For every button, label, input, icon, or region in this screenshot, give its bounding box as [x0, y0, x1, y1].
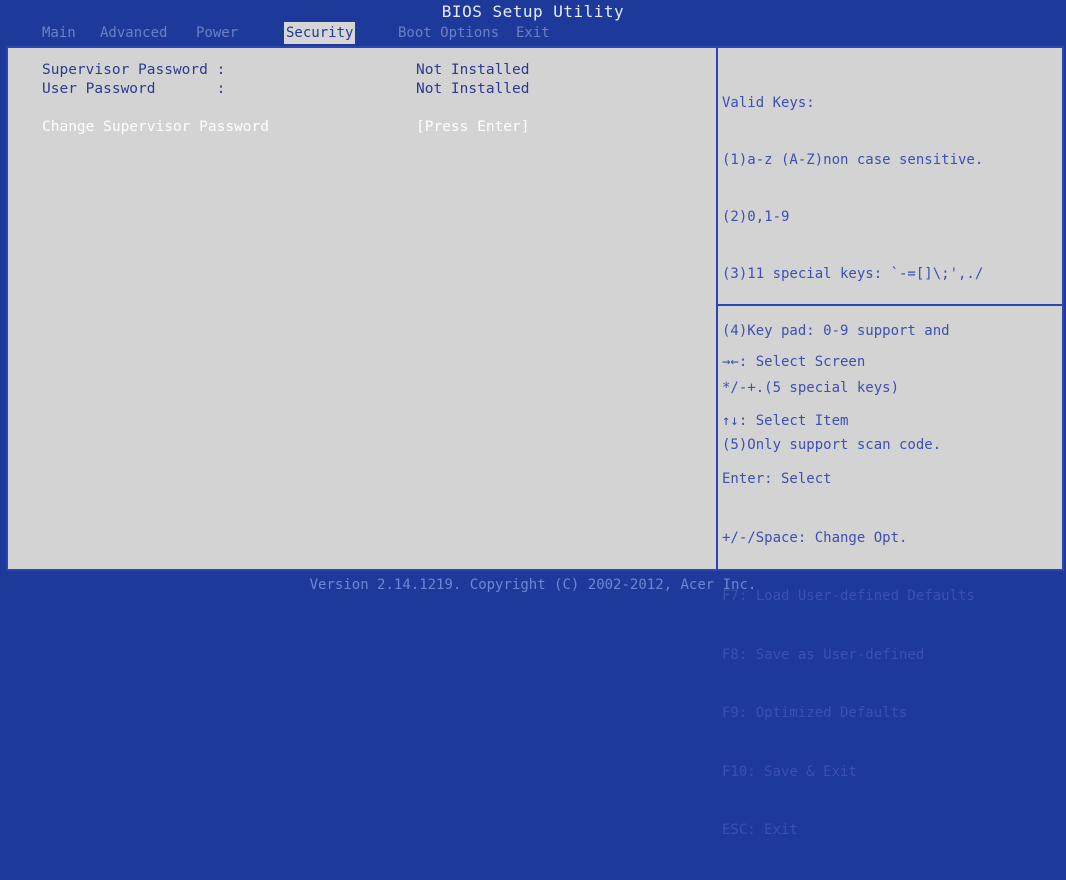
help-line: (2)0,1-9: [722, 209, 790, 225]
version-footer: Version 2.14.1219. Copyright (C) 2002-20…: [309, 577, 757, 593]
help-divider: [718, 304, 1062, 306]
key-f8: F8: Save as User-defined: [722, 646, 925, 663]
setting-label[interactable]: Change Supervisor Password: [42, 119, 269, 135]
key-change-opt: +/-/Space: Change Opt.: [722, 529, 908, 546]
tab-main[interactable]: Main: [40, 22, 78, 44]
setting-value: Not Installed: [416, 62, 530, 78]
help-line: (1)a-z (A-Z)non case sensitive.: [722, 152, 984, 168]
setting-label: User Password :: [42, 81, 226, 97]
settings-pane: Supervisor Password : Not Installed User…: [8, 48, 716, 569]
help-pane: Valid Keys: (1)a-z (A-Z)non case sensiti…: [716, 48, 1062, 838]
setting-value: Not Installed: [416, 81, 530, 97]
key-f10: F10: Save & Exit: [722, 763, 857, 780]
key-esc: ESC: Exit: [722, 822, 798, 838]
main-panel: Supervisor Password : Not Installed User…: [6, 46, 1064, 838]
key-select-item: ↑↓: Select Item: [722, 412, 849, 429]
tab-boot-options[interactable]: Boot Options: [396, 22, 501, 44]
key-select-screen: →←: Select Screen: [722, 354, 866, 370]
tab-exit[interactable]: Exit: [514, 22, 552, 44]
help-line: Valid Keys:: [722, 95, 815, 111]
key-enter: Enter: Select: [722, 471, 832, 487]
tab-advanced[interactable]: Advanced: [98, 22, 169, 44]
tab-power[interactable]: Power: [194, 22, 240, 44]
setting-label: Supervisor Password :: [42, 62, 226, 78]
key-legend: →←: Select Screen ↑↓: Select Item Enter:…: [722, 314, 1062, 880]
press-enter-button[interactable]: [Press Enter]: [416, 119, 530, 135]
tab-security[interactable]: Security: [284, 22, 356, 44]
bios-title: BIOS Setup Utility: [441, 2, 625, 21]
help-line: (3)11 special keys: `-=[]\;',./: [722, 266, 984, 282]
key-f9: F9: Optimized Defaults: [722, 705, 908, 721]
